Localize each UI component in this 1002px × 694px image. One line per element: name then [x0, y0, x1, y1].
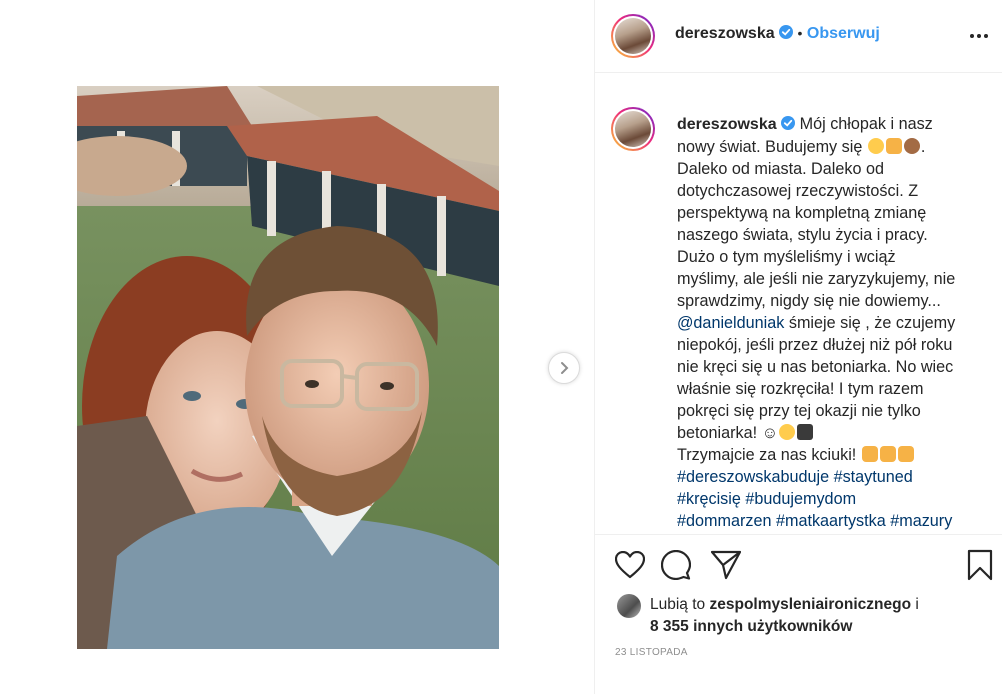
caption-line: Trzymajcie za nas kciuki!: [677, 446, 857, 464]
caption-line: perspektywą na kompletną zmianę: [677, 204, 927, 222]
caption-line: nowy świat. Budujemy się: [677, 138, 863, 156]
ellipsis-icon[interactable]: [969, 26, 989, 46]
grinning-face-emoji-icon: [779, 424, 796, 440]
post-timestamp[interactable]: 23 listopada: [615, 647, 688, 658]
comment-icon[interactable]: [661, 550, 691, 580]
verified-badge-icon: [779, 25, 794, 39]
follow-button[interactable]: Obserwuj: [807, 25, 880, 42]
media-area: [0, 0, 594, 694]
next-photo-button[interactable]: [548, 352, 580, 384]
thumbs-up-emoji-icon: [879, 446, 896, 462]
flexed-biceps-emoji-icon: [861, 446, 878, 462]
caption-text: dereszowska Mój chłopak i nasz nowy świa…: [677, 113, 983, 532]
caption-username[interactable]: dereszowska: [677, 116, 777, 133]
avatar[interactable]: [611, 14, 655, 58]
flexed-biceps-emoji-icon: [885, 138, 902, 154]
post-photo-illustration: [77, 86, 499, 649]
caption-line: pokręci się przy tej okazji nie tylko: [677, 402, 921, 420]
likes-count[interactable]: 8 355 innych użytkowników: [650, 618, 852, 635]
caption-line: Daleko od miasta. Daleko od: [677, 160, 884, 178]
header-username[interactable]: dereszowska: [675, 25, 775, 42]
liker-avatar[interactable]: [617, 594, 641, 618]
caption-line: niepokój, jeśli przez dłużej niż pół rok…: [677, 336, 953, 354]
caption-line: betoniarka! ☺: [677, 424, 779, 442]
post-header: dereszowska • Obserwuj: [595, 0, 1002, 73]
likes-section: Lubią to zespolmysleniaironicznego i 8 3…: [595, 590, 1002, 640]
liker-username[interactable]: zespolmysleniaironicznego: [709, 596, 911, 613]
mention-link[interactable]: @danielduniak: [677, 314, 784, 332]
action-bar: [595, 535, 1002, 595]
caption-line: nie kręci się u nas betoniarka. No wiec: [677, 358, 954, 376]
caption-line: naszego świata, stylu życia i pracy.: [677, 226, 928, 244]
caption-line: sprawdzimy, nigdy się nie dowiemy...: [677, 292, 941, 310]
paper-plane-icon[interactable]: [711, 550, 741, 580]
likes-prefix: Lubią to: [650, 596, 706, 613]
chevron-right-icon: [561, 362, 569, 374]
hashtags-line[interactable]: #dereszowskabuduje #staytuned: [677, 466, 983, 488]
movie-camera-emoji-icon: [797, 424, 814, 440]
caption-avatar[interactable]: [611, 107, 655, 151]
bookmark-icon[interactable]: [967, 549, 993, 581]
post-photo[interactable]: [77, 86, 499, 649]
see-no-evil-monkey-emoji-icon: [903, 138, 920, 154]
hashtags-line[interactable]: #kręcisię #budujemydom: [677, 488, 983, 510]
caption-line: śmieje się , że czujemy: [788, 314, 956, 332]
raised-hand-emoji-icon: [897, 446, 914, 462]
shocked-face-emoji-icon: [867, 138, 884, 154]
caption-line: dotychczasowej rzeczywistości. Z: [677, 182, 919, 200]
heart-icon[interactable]: [615, 551, 645, 579]
caption-line: Mój chłopak i nasz: [799, 115, 933, 133]
caption-line: myślimy, ale jeśli nie zaryzykujemy, nie: [677, 270, 956, 288]
separator-dot: •: [797, 25, 803, 41]
post-sidebar: dereszowska • Obserwuj dereszowska Mój c…: [594, 0, 1002, 694]
verified-badge-icon: [781, 116, 796, 130]
caption-line: właśnie się rozkręciła! I tym razem: [677, 380, 924, 398]
likes-and: i: [915, 596, 919, 613]
caption-line: Dużo o tym myśleliśmy i wciąż: [677, 248, 896, 266]
hashtags-line[interactable]: #dommarzen #matkaartystka #mazury: [677, 510, 983, 532]
caption-area: dereszowska Mój chłopak i nasz nowy świa…: [595, 73, 1002, 535]
